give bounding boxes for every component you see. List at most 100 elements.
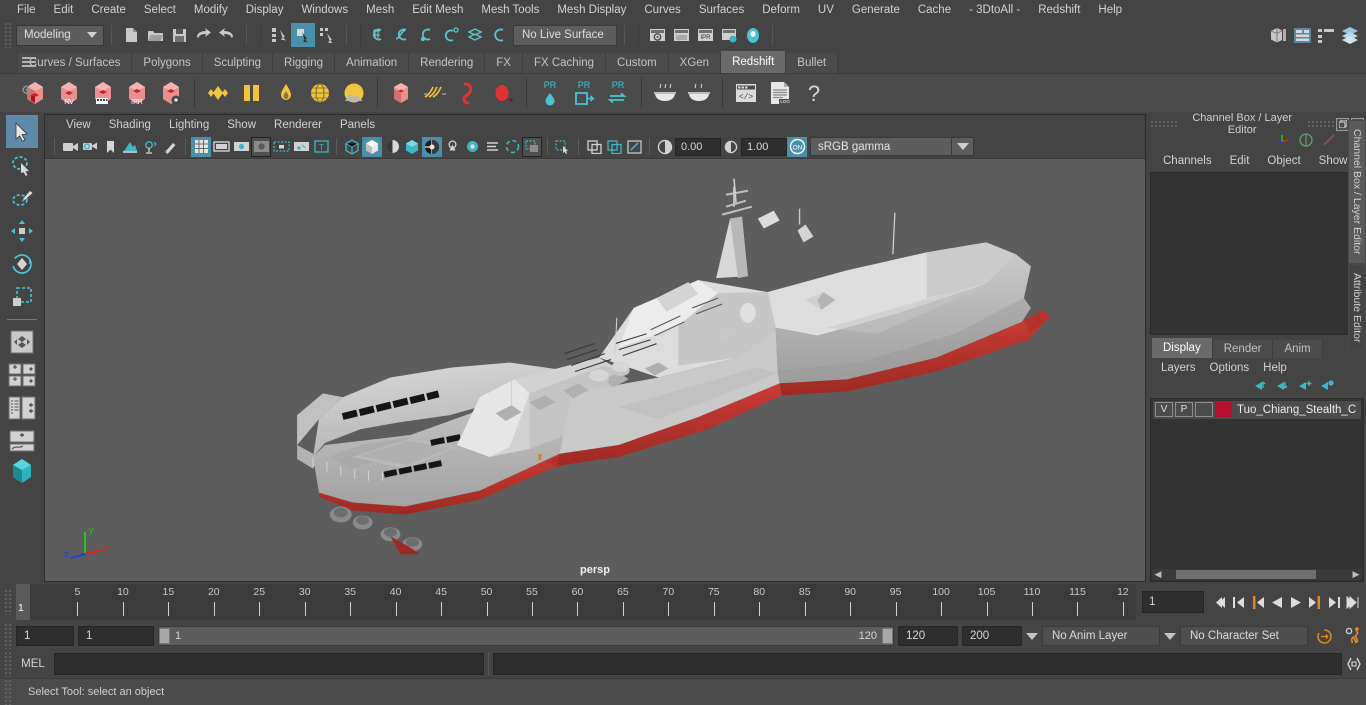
shadows-icon[interactable]: [442, 137, 462, 157]
redshift-pr-point-light-icon[interactable]: PR: [533, 76, 567, 110]
animation-start-time-field[interactable]: 1: [16, 626, 74, 646]
redshift-bake-all-icon[interactable]: [682, 76, 716, 110]
layer-menu-layers[interactable]: Layers: [1154, 362, 1203, 374]
redshift-render-settings-icon[interactable]: [154, 76, 188, 110]
layer-menu-options[interactable]: Options: [1203, 362, 1257, 374]
image-plane-icon[interactable]: [120, 137, 140, 157]
menu-item-mesh[interactable]: Mesh: [357, 0, 403, 20]
ipr-render-icon[interactable]: IPR: [693, 23, 717, 47]
menu-item-cache[interactable]: Cache: [909, 0, 960, 20]
create-layer-from-selected-icon[interactable]: [1320, 378, 1334, 396]
redshift-pr-portal-icon[interactable]: PR: [567, 76, 601, 110]
shelf-tab-xgen[interactable]: XGen: [668, 53, 722, 73]
command-language-label[interactable]: MEL: [12, 658, 54, 670]
snap-to-view-plane-icon[interactable]: [463, 23, 487, 47]
viewport-canvas[interactable]: y x z persp: [45, 159, 1145, 581]
step-back-frame-icon[interactable]: [1249, 591, 1266, 613]
menu-item-display[interactable]: Display: [237, 0, 293, 20]
shelf-tab-redshift[interactable]: Redshift: [721, 51, 787, 73]
menu-item-curves[interactable]: Curves: [635, 0, 689, 20]
redshift-proxy-icon[interactable]: [384, 76, 418, 110]
select-tool[interactable]: [6, 115, 38, 148]
shelf-tab-bullet[interactable]: Bullet: [786, 53, 839, 73]
select-by-object-icon[interactable]: [291, 23, 315, 47]
move-layer-up-icon[interactable]: [1254, 378, 1268, 396]
shelf-tab-fx-caching[interactable]: FX Caching: [522, 53, 607, 73]
menu-item-modify[interactable]: Modify: [185, 0, 237, 20]
menu-item-file[interactable]: File: [8, 0, 45, 20]
panel-grip-right[interactable]: [1306, 120, 1335, 128]
create-new-layer-icon[interactable]: [1298, 378, 1312, 396]
vertical-tab-attribute-editor[interactable]: Attribute Editor: [1348, 263, 1366, 351]
render-current-frame-icon[interactable]: [645, 23, 669, 47]
viewport-menu-renderer[interactable]: Renderer: [265, 119, 331, 131]
channel-box-menu-object[interactable]: Object: [1258, 155, 1309, 167]
shelf-tab-animation[interactable]: Animation: [335, 53, 410, 73]
render-settings-icon[interactable]: [717, 23, 741, 47]
redo-icon[interactable]: [215, 23, 239, 47]
shelf-tab-rigging[interactable]: Rigging: [273, 53, 336, 73]
axis-mini-icon[interactable]: [1276, 133, 1290, 151]
redshift-ambient-occlusion-icon[interactable]: [269, 76, 303, 110]
shelf-tab-fx[interactable]: FX: [485, 53, 523, 73]
menu-item-edit-mesh[interactable]: Edit Mesh: [403, 0, 472, 20]
channel-box-menu-edit[interactable]: Edit: [1221, 155, 1259, 167]
smooth-shading-icon[interactable]: [362, 136, 382, 157]
layer-row[interactable]: V P Tuo_Chiang_Stealth_C: [1153, 400, 1361, 419]
redshift-bake-icon[interactable]: [648, 76, 682, 110]
make-live-icon[interactable]: [487, 23, 511, 47]
layer-tab-anim[interactable]: Anim: [1273, 339, 1323, 358]
bookmark-icon[interactable]: [100, 137, 120, 157]
redshift-ipr-icon[interactable]: IPR: [120, 76, 154, 110]
redshift-material-blender-icon[interactable]: [235, 76, 269, 110]
textured-icon[interactable]: [402, 137, 422, 157]
layer-list-scrollbar[interactable]: ◀ ▶: [1152, 569, 1362, 580]
xray-icon[interactable]: [522, 136, 542, 157]
undo-icon[interactable]: [191, 23, 215, 47]
panel-grip[interactable]: [1150, 120, 1178, 128]
menu-item-mesh-display[interactable]: Mesh Display: [548, 0, 635, 20]
red-sl+ash-icon[interactable]: [1322, 133, 1336, 152]
channel-box-content[interactable]: [1150, 172, 1364, 335]
step-back-keyframe-icon[interactable]: [1230, 591, 1247, 613]
view-transform-field[interactable]: sRGB gamma: [810, 137, 952, 156]
redshift-material-icon[interactable]: [201, 76, 235, 110]
lasso-select-tool[interactable]: [6, 148, 38, 181]
scroll-right-icon[interactable]: ▶: [1350, 569, 1362, 580]
snap-to-curve-icon[interactable]: [391, 23, 415, 47]
viewport-menu-lighting[interactable]: Lighting: [160, 119, 218, 131]
menu-item-windows[interactable]: Windows: [292, 0, 357, 20]
live-surface-field[interactable]: No Live Surface: [513, 24, 617, 46]
grease-pencil-icon[interactable]: [160, 137, 180, 157]
command-input-field[interactable]: [54, 653, 484, 675]
select-by-hierarchy-icon[interactable]: [267, 23, 291, 47]
use-all-lights-icon[interactable]: [422, 136, 442, 157]
save-scene-icon[interactable]: [167, 23, 191, 47]
go-to-end-icon[interactable]: [1344, 591, 1361, 613]
scale-tool[interactable]: [6, 280, 38, 313]
range-end-time-field[interactable]: 120: [898, 626, 958, 646]
snap-to-point-icon[interactable]: [415, 23, 439, 47]
screen-space-ao-icon[interactable]: [462, 137, 482, 157]
select-camera-icon[interactable]: [60, 137, 80, 157]
layer-visibility-toggle[interactable]: V: [1155, 402, 1173, 417]
redshift-dome-light-icon[interactable]: [303, 76, 337, 110]
channel-box-layer-editor-icon[interactable]: [1338, 23, 1362, 47]
gamma-icon[interactable]: [721, 137, 741, 157]
wireframe-shading-icon[interactable]: [342, 137, 362, 157]
layer-tab-display[interactable]: Display: [1152, 337, 1213, 358]
scroll-left-icon[interactable]: ◀: [1152, 569, 1164, 580]
show-hide-modeling-toolkit-icon[interactable]: [1266, 23, 1290, 47]
view-transform-dropdown-arrow[interactable]: [952, 137, 974, 156]
layer-menu-help[interactable]: Help: [1256, 362, 1294, 374]
snap-to-grid-icon[interactable]: [367, 23, 391, 47]
color-management-toggle-icon[interactable]: ON: [787, 136, 807, 157]
redshift-code-icon[interactable]: </>: [729, 76, 763, 110]
layer-playback-toggle[interactable]: P: [1175, 402, 1193, 417]
layout-quick-icon[interactable]: [6, 457, 38, 487]
vertical-tab-channel-box[interactable]: Channel Box / Layer Editor: [1348, 120, 1366, 264]
motion-blur-icon[interactable]: [482, 137, 502, 157]
open-scene-icon[interactable]: [143, 23, 167, 47]
help-line-grip[interactable]: [4, 679, 12, 705]
layer-list[interactable]: V P Tuo_Chiang_Stealth_C ◀ ▶: [1150, 397, 1364, 582]
